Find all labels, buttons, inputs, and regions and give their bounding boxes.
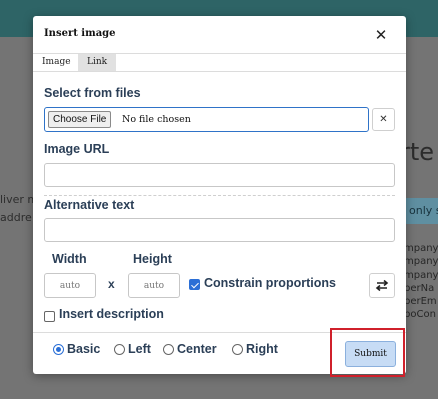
tab-bar: Image Link (33, 54, 406, 71)
tab-image[interactable]: Image (33, 54, 80, 71)
radio-right-label: Right (246, 342, 278, 356)
close-icon: ✕ (379, 114, 388, 125)
radio-center-label: Center (177, 342, 217, 356)
insert-description-checkbox[interactable] (44, 311, 55, 322)
swap-dimensions-button[interactable] (369, 273, 395, 298)
dimension-separator: x (108, 277, 115, 291)
select-files-label: Select from files (44, 86, 141, 100)
file-status: No file chosen (122, 114, 191, 125)
radio-left[interactable] (114, 344, 125, 355)
background-text: addre (0, 211, 32, 224)
image-url-label: Image URL (44, 142, 110, 156)
background-list-item: perNa (404, 282, 435, 294)
section-divider (44, 195, 395, 196)
height-label: Height (133, 252, 172, 266)
swap-arrows-icon (375, 279, 389, 292)
radio-center[interactable] (163, 344, 174, 355)
constrain-proportions-label: Constrain proportions (204, 276, 336, 290)
background-list-item: boCon (404, 309, 436, 321)
width-input[interactable] (44, 273, 96, 298)
insert-image-dialog: Insert image ✕ Image Link Select from fi… (33, 16, 406, 374)
constrain-proportions-checkbox[interactable] (189, 279, 200, 290)
tab-divider (33, 71, 406, 72)
background-list-item: mpany (404, 269, 438, 281)
alt-text-label: Alternative text (44, 198, 135, 212)
radio-basic[interactable] (53, 344, 64, 355)
radio-basic-label: Basic (67, 342, 101, 356)
insert-description-label: Insert description (59, 307, 164, 321)
radio-left-label: Left (128, 342, 151, 356)
dialog-title: Insert image (44, 28, 116, 39)
tab-link[interactable]: Link (78, 54, 117, 71)
background-list-item: mpany (404, 243, 438, 254)
width-label: Width (52, 252, 87, 266)
background-list-item: perEm (404, 296, 437, 308)
height-input[interactable] (128, 273, 180, 298)
close-icon[interactable]: ✕ (371, 25, 391, 45)
background-list-item: mpany (404, 256, 438, 268)
background-chip: only s (404, 198, 438, 224)
file-input[interactable]: Choose File No file chosen (44, 107, 369, 132)
radio-right[interactable] (232, 344, 243, 355)
highlight-box (330, 328, 405, 377)
background-list: mpany mpany mpany perNa perEm boCon (404, 242, 438, 322)
alt-text-input[interactable] (44, 218, 395, 242)
clear-file-button[interactable]: ✕ (372, 108, 395, 131)
image-url-input[interactable] (44, 163, 395, 187)
choose-file-button[interactable]: Choose File (48, 111, 112, 128)
